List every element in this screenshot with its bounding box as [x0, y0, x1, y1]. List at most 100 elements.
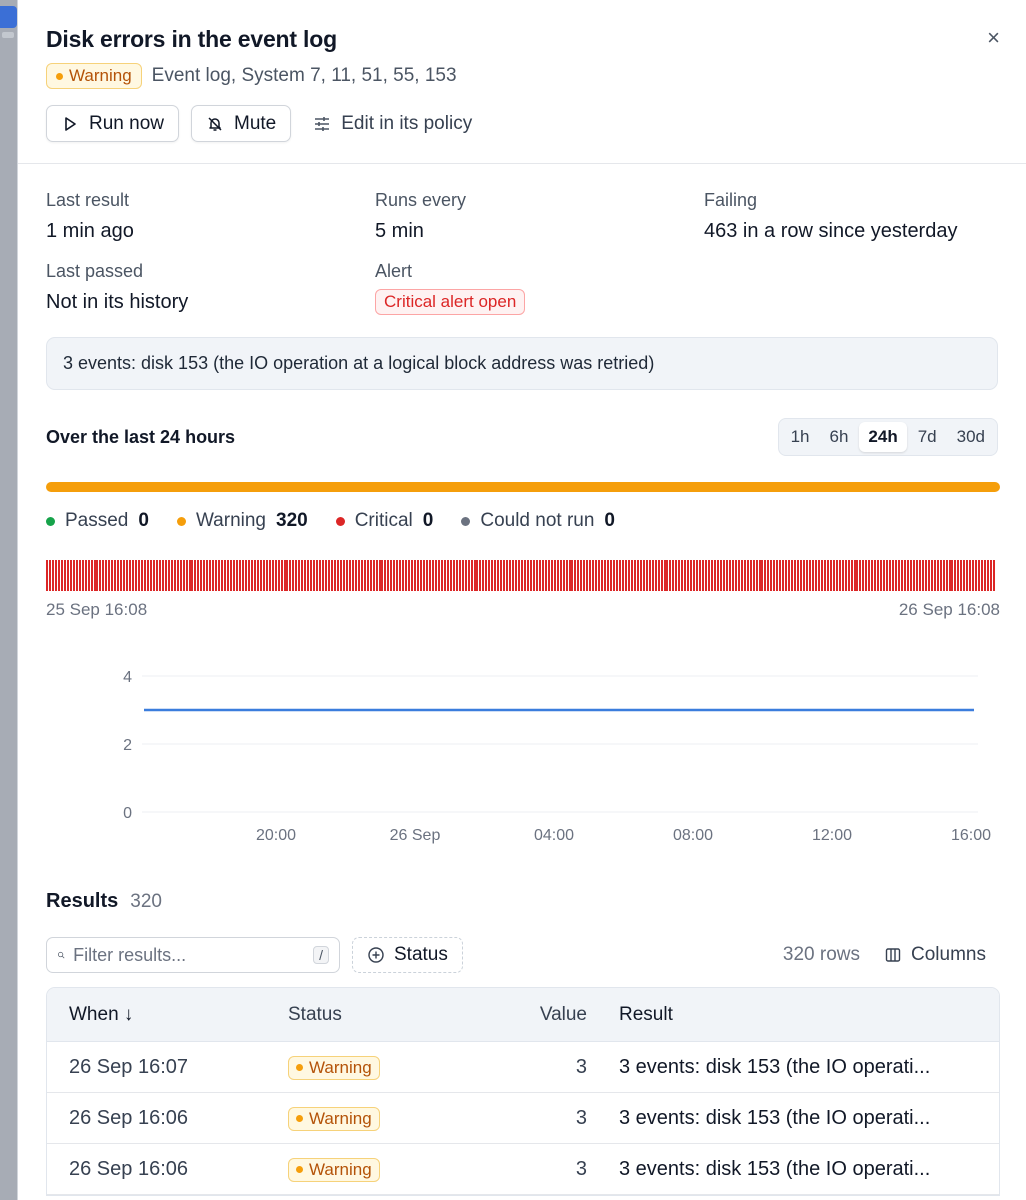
- run-tick[interactable]: [779, 560, 782, 591]
- run-tick[interactable]: [66, 560, 69, 591]
- run-tick[interactable]: [247, 560, 250, 591]
- columns-button[interactable]: Columns: [876, 944, 1000, 966]
- run-tick[interactable]: [915, 560, 918, 591]
- run-tick[interactable]: [737, 560, 740, 591]
- run-tick[interactable]: [654, 560, 657, 591]
- run-tick[interactable]: [149, 560, 152, 591]
- run-tick[interactable]: [363, 560, 366, 591]
- run-tick[interactable]: [390, 560, 393, 591]
- run-tick[interactable]: [981, 560, 984, 591]
- run-tick[interactable]: [500, 560, 503, 591]
- run-tick[interactable]: [126, 560, 129, 591]
- filter-results-input[interactable]: [73, 944, 306, 966]
- run-tick[interactable]: [835, 560, 838, 591]
- run-tick[interactable]: [865, 560, 868, 591]
- run-tick[interactable]: [316, 560, 319, 591]
- run-tick[interactable]: [176, 560, 179, 591]
- run-tick[interactable]: [618, 560, 621, 591]
- run-tick[interactable]: [990, 560, 993, 591]
- run-tick[interactable]: [345, 560, 348, 591]
- run-tick[interactable]: [420, 560, 423, 591]
- run-tick[interactable]: [512, 560, 515, 591]
- run-tick[interactable]: [847, 560, 850, 591]
- run-tick[interactable]: [776, 560, 779, 591]
- run-tick[interactable]: [832, 560, 835, 591]
- run-tick[interactable]: [310, 560, 313, 591]
- run-tick[interactable]: [725, 560, 728, 591]
- range-option-30d[interactable]: 30d: [948, 422, 994, 452]
- run-tick[interactable]: [681, 560, 684, 591]
- run-tick[interactable]: [69, 560, 72, 591]
- run-tick[interactable]: [102, 560, 105, 591]
- run-tick[interactable]: [927, 560, 930, 591]
- run-tick[interactable]: [289, 560, 292, 591]
- run-tick[interactable]: [283, 560, 286, 591]
- run-tick[interactable]: [111, 560, 114, 591]
- run-tick[interactable]: [515, 560, 518, 591]
- run-tick[interactable]: [595, 560, 598, 591]
- run-tick[interactable]: [957, 560, 960, 591]
- run-tick[interactable]: [764, 560, 767, 591]
- run-tick[interactable]: [883, 560, 886, 591]
- run-tick[interactable]: [378, 560, 381, 591]
- run-tick[interactable]: [161, 560, 164, 591]
- run-tick[interactable]: [526, 560, 529, 591]
- run-tick[interactable]: [292, 560, 295, 591]
- run-tick[interactable]: [604, 560, 607, 591]
- run-tick[interactable]: [589, 560, 592, 591]
- run-tick[interactable]: [553, 560, 556, 591]
- run-tick[interactable]: [761, 560, 764, 591]
- run-tick[interactable]: [191, 560, 194, 591]
- run-tick[interactable]: [417, 560, 420, 591]
- run-tick[interactable]: [978, 560, 981, 591]
- run-tick[interactable]: [428, 560, 431, 591]
- run-tick[interactable]: [708, 560, 711, 591]
- run-tick[interactable]: [135, 560, 138, 591]
- run-tick[interactable]: [936, 560, 939, 591]
- run-tick[interactable]: [621, 560, 624, 591]
- run-tick[interactable]: [862, 560, 865, 591]
- run-tick[interactable]: [301, 560, 304, 591]
- run-tick[interactable]: [322, 560, 325, 591]
- run-tick[interactable]: [491, 560, 494, 591]
- run-tick[interactable]: [253, 560, 256, 591]
- run-tick[interactable]: [96, 560, 99, 591]
- run-tick[interactable]: [354, 560, 357, 591]
- run-tick[interactable]: [48, 560, 51, 591]
- run-tick[interactable]: [188, 560, 191, 591]
- run-tick[interactable]: [844, 560, 847, 591]
- run-tick[interactable]: [339, 560, 342, 591]
- run-tick[interactable]: [238, 560, 241, 591]
- run-tick[interactable]: [440, 560, 443, 591]
- run-tick[interactable]: [788, 560, 791, 591]
- run-tick[interactable]: [452, 560, 455, 591]
- run-tick[interactable]: [476, 560, 479, 591]
- run-tick[interactable]: [633, 560, 636, 591]
- run-tick[interactable]: [396, 560, 399, 591]
- run-tick[interactable]: [286, 560, 289, 591]
- mute-button[interactable]: Mute: [191, 105, 292, 142]
- run-tick[interactable]: [114, 560, 117, 591]
- run-tick[interactable]: [583, 560, 586, 591]
- run-tick[interactable]: [610, 560, 613, 591]
- run-tick[interactable]: [648, 560, 651, 591]
- run-tick[interactable]: [562, 560, 565, 591]
- run-tick[interactable]: [535, 560, 538, 591]
- run-tick[interactable]: [488, 560, 491, 591]
- run-tick[interactable]: [319, 560, 322, 591]
- run-tick[interactable]: [803, 560, 806, 591]
- run-tick[interactable]: [250, 560, 253, 591]
- run-tick[interactable]: [975, 560, 978, 591]
- run-tick[interactable]: [200, 560, 203, 591]
- run-tick[interactable]: [942, 560, 945, 591]
- run-tick[interactable]: [702, 560, 705, 591]
- run-tick[interactable]: [568, 560, 571, 591]
- run-tick[interactable]: [556, 560, 559, 591]
- run-tick[interactable]: [295, 560, 298, 591]
- run-tick[interactable]: [277, 560, 280, 591]
- run-tick[interactable]: [782, 560, 785, 591]
- run-tick[interactable]: [158, 560, 161, 591]
- run-tick[interactable]: [384, 560, 387, 591]
- run-tick[interactable]: [933, 560, 936, 591]
- run-tick[interactable]: [951, 560, 954, 591]
